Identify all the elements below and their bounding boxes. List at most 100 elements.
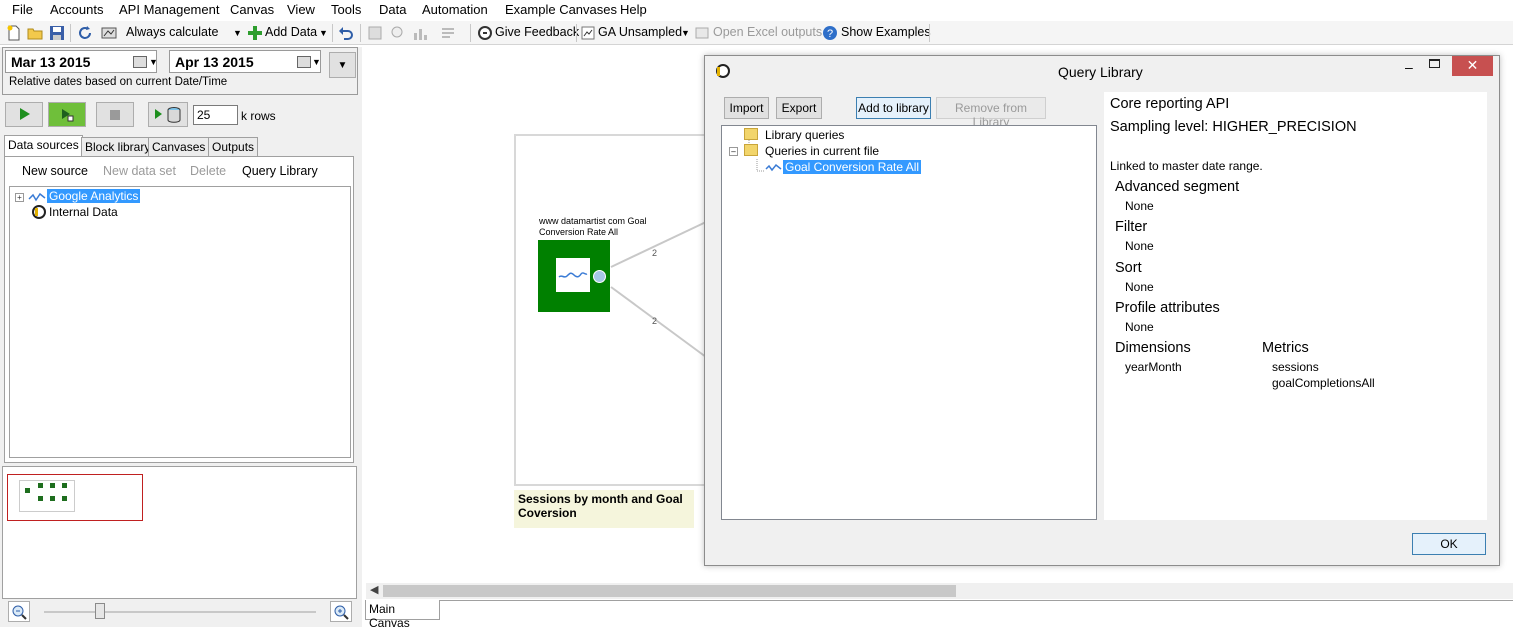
maximize-icon[interactable] <box>1429 59 1440 68</box>
chevron-down-icon[interactable]: ▼ <box>319 28 328 38</box>
tree-library-queries[interactable]: Library queries <box>765 128 844 142</box>
sort-value: None <box>1125 280 1154 294</box>
give-feedback-button[interactable]: Give Feedback <box>495 25 579 39</box>
menu-tools[interactable]: Tools <box>331 2 361 17</box>
dialog-title: Query Library <box>1058 64 1143 80</box>
calendar-icon[interactable] <box>297 56 311 68</box>
query-library-button[interactable]: Query Library <box>242 164 318 178</box>
tree-item-google-analytics[interactable]: Google Analytics <box>47 189 141 203</box>
expand-icon[interactable]: + <box>15 193 24 202</box>
chevron-down-icon[interactable]: ▼ <box>681 28 690 38</box>
dimensions-label: Dimensions <box>1115 340 1191 356</box>
date-options-button[interactable]: ▼ <box>329 52 356 78</box>
chevron-down-icon[interactable]: ▼ <box>233 28 242 38</box>
advanced-segment-value: None <box>1125 199 1154 213</box>
feedback-icon <box>478 26 492 40</box>
analytics-icon <box>765 163 782 172</box>
menu-data[interactable]: Data <box>379 2 406 17</box>
menu-canvas[interactable]: Canvas <box>230 2 274 17</box>
menu-file[interactable]: File <box>12 2 33 17</box>
metric-item: sessions <box>1272 360 1319 374</box>
new-data-set-button[interactable]: New data set <box>103 164 176 178</box>
zoom-icon <box>391 26 403 38</box>
menu-example-canvases[interactable]: Example Canvases <box>505 2 617 17</box>
ga-unsampled-button[interactable]: GA Unsampled <box>598 25 682 39</box>
tab-data-sources[interactable]: Data sources <box>4 135 83 157</box>
horizontal-scrollbar[interactable]: ◀ <box>366 583 1513 599</box>
svg-text:?: ? <box>827 28 833 40</box>
canvas-connectors <box>610 221 707 358</box>
canvas-note[interactable]: Sessions by month and Goal Coversion <box>514 490 694 528</box>
end-date-picker[interactable]: Apr 13 2015 ▼ <box>169 50 321 73</box>
undo-icon[interactable] <box>338 25 354 41</box>
scroll-left-icon[interactable]: ◀ <box>370 583 378 596</box>
row-limit-input[interactable] <box>193 105 238 125</box>
block-chart-icon <box>556 258 590 292</box>
zoom-slider-thumb[interactable] <box>95 603 105 619</box>
save-icon[interactable] <box>49 25 65 41</box>
list-icon <box>442 28 454 38</box>
tree-queries-in-current-file[interactable]: Queries in current file <box>765 144 879 158</box>
zoom-out-icon <box>12 605 27 620</box>
navigator-viewport[interactable] <box>7 474 143 521</box>
tab-main-canvas[interactable]: Main Canvas <box>365 600 440 627</box>
scrollbar-thumb[interactable] <box>383 585 956 597</box>
sort-label: Sort <box>1115 260 1142 276</box>
tree-item-internal-data[interactable]: Internal Data <box>49 205 118 219</box>
stop-button[interactable] <box>96 102 134 127</box>
refresh-icon[interactable] <box>77 25 93 41</box>
add-to-library-button[interactable]: Add to library <box>856 97 931 119</box>
menu-automation[interactable]: Automation <box>422 2 488 17</box>
start-date-picker[interactable]: Mar 13 2015 ▼ <box>5 50 158 73</box>
calendar-icon[interactable] <box>133 56 147 68</box>
block-output-port[interactable] <box>593 270 606 283</box>
open-excel-outputs-button[interactable]: Open Excel outputs <box>713 25 822 39</box>
zoom-in-button[interactable] <box>330 601 352 622</box>
advanced-segment-label: Advanced segment <box>1115 179 1240 195</box>
internal-data-icon <box>32 205 46 219</box>
export-button[interactable]: Export <box>776 97 822 119</box>
relative-dates-note: Relative dates based on current Date/Tim… <box>9 76 228 88</box>
run-selected-button[interactable] <box>48 102 86 127</box>
toolbar-separator <box>470 24 471 42</box>
open-folder-icon[interactable] <box>27 25 43 41</box>
tab-canvases[interactable]: Canvases <box>148 137 210 156</box>
api-type: Core reporting API <box>1110 96 1230 112</box>
import-button[interactable]: Import <box>724 97 769 119</box>
close-button[interactable]: ✕ <box>1452 56 1493 76</box>
remove-from-library-button[interactable]: Remove from Library <box>936 97 1046 129</box>
always-calculate-select[interactable]: Always calculate <box>126 25 218 39</box>
tree-query-goal-conversion-rate[interactable]: Goal Conversion Rate All <box>783 160 922 174</box>
chevron-down-icon[interactable]: ▼ <box>149 57 158 67</box>
help-icon: ? <box>823 26 837 40</box>
toolbar-separator <box>360 24 361 42</box>
toolbar-separator <box>332 24 333 42</box>
tab-outputs[interactable]: Outputs <box>208 137 259 156</box>
zoom-out-button[interactable] <box>8 601 30 622</box>
new-file-icon[interactable] <box>6 25 22 41</box>
delete-button[interactable]: Delete <box>190 164 226 178</box>
tab-block-library[interactable]: Block library <box>81 137 155 156</box>
show-examples-button[interactable]: Show Examples <box>841 25 931 39</box>
zoom-slider-track[interactable] <box>44 611 316 613</box>
menu-view[interactable]: View <box>287 2 315 17</box>
minimize-icon[interactable]: – <box>1405 59 1413 75</box>
add-data-button[interactable]: Add Data <box>265 25 317 39</box>
menu-bar: File Accounts API Management Canvas View… <box>0 0 1513 20</box>
menu-api-management[interactable]: API Management <box>119 2 219 17</box>
menu-accounts[interactable]: Accounts <box>50 2 103 17</box>
collapse-icon[interactable]: – <box>729 147 738 156</box>
excel-icon <box>695 27 709 39</box>
run-button[interactable] <box>5 102 43 127</box>
chevron-down-icon[interactable]: ▼ <box>312 57 321 67</box>
run-selection-icon <box>62 109 74 122</box>
data-sources-pane: New source New data set Delete Query Lib… <box>4 156 354 463</box>
canvas-navigator <box>2 466 357 599</box>
new-source-button[interactable]: New source <box>22 164 88 178</box>
profile-attributes-label: Profile attributes <box>1115 300 1220 316</box>
calculate-mode-icon[interactable] <box>101 25 117 41</box>
ok-button[interactable]: OK <box>1412 533 1486 555</box>
chevron-down-icon: ▼ <box>337 60 348 71</box>
run-to-database-button[interactable] <box>148 102 188 127</box>
menu-help[interactable]: Help <box>620 2 647 17</box>
